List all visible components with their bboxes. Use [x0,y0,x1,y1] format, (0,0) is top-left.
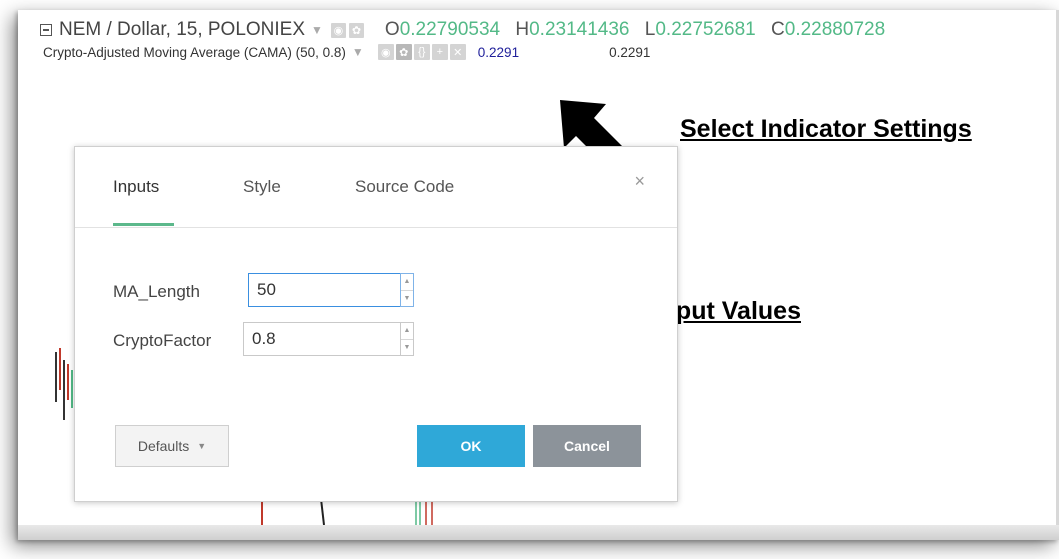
ok-button[interactable]: OK [417,425,525,467]
high-value: 0.23141436 [529,19,630,40]
select-settings-callout: Select Indicator Settings [680,115,972,143]
low-value: 0.22752681 [655,19,756,40]
close-icon[interactable]: × [634,171,645,192]
tab-inputs[interactable]: Inputs [113,177,159,197]
active-tab-indicator [113,223,174,226]
indicator-settings-dialog: Inputs Style Source Code × MA_Length ▲ ▼… [74,146,678,502]
crypto-factor-label: CryptoFactor [113,331,212,350]
indicator-title[interactable]: Crypto-Adjusted Moving Average (CAMA) (5… [43,45,346,60]
ma-length-input[interactable] [248,273,414,307]
settings-gear-icon[interactable]: ✿ [395,44,412,60]
tab-style[interactable]: Style [243,177,281,197]
chevron-down-icon[interactable]: ▼ [401,340,413,356]
gear-icon[interactable]: ✿ [348,22,364,38]
open-value: 0.22790534 [399,19,501,40]
crypto-factor-stepper[interactable]: ▲ ▼ [400,322,414,356]
chevron-down-icon[interactable]: ▼ [311,23,323,37]
close-key: C [771,19,785,40]
ma-length-stepper[interactable]: ▲ ▼ [400,273,414,307]
frame-bottom-bar [18,525,1059,540]
tab-source-code[interactable]: Source Code [355,177,454,197]
indicator-value: 0.2291 [477,44,520,60]
collapse-icon[interactable] [40,24,52,36]
symbol-legend: NEM / Dollar, 15, POLONIEX ▼ ◉ ✿ O0.2279… [40,17,885,43]
indicator-legend: Crypto-Adjusted Moving Average (CAMA) (5… [43,42,650,62]
source-code-icon[interactable]: {} [413,44,430,60]
high-key: H [515,19,530,40]
symbol-title[interactable]: NEM / Dollar, 15, POLONIEX [59,19,305,41]
defaults-label: Defaults [137,438,190,454]
ohlc-values: O0.22790534 H0.23141436 L0.22752681 C0.2… [375,19,885,41]
dialog-tabs: Inputs Style Source Code × [75,147,677,228]
crypto-factor-input[interactable] [243,322,405,356]
chevron-down-icon[interactable]: ▼ [401,291,413,307]
indicator-value-secondary: 0.2291 [609,44,651,60]
ma-length-label: MA_Length [113,282,200,301]
defaults-button[interactable]: Defaults ▼ [115,425,229,467]
low-key: L [644,19,656,40]
cancel-button[interactable]: Cancel [533,425,641,467]
remove-icon[interactable]: ✕ [449,44,466,60]
eye-icon[interactable]: ◉ [330,22,346,38]
chevron-down-icon[interactable]: ▼ [352,45,364,59]
eye-icon[interactable]: ◉ [377,44,394,60]
chevron-down-icon: ▼ [197,441,207,451]
open-key: O [384,19,400,40]
chevron-up-icon[interactable]: ▲ [401,323,413,340]
chevron-up-icon[interactable]: ▲ [401,274,413,291]
close-value: 0.22880728 [784,19,886,40]
plus-icon[interactable]: + [431,44,448,60]
